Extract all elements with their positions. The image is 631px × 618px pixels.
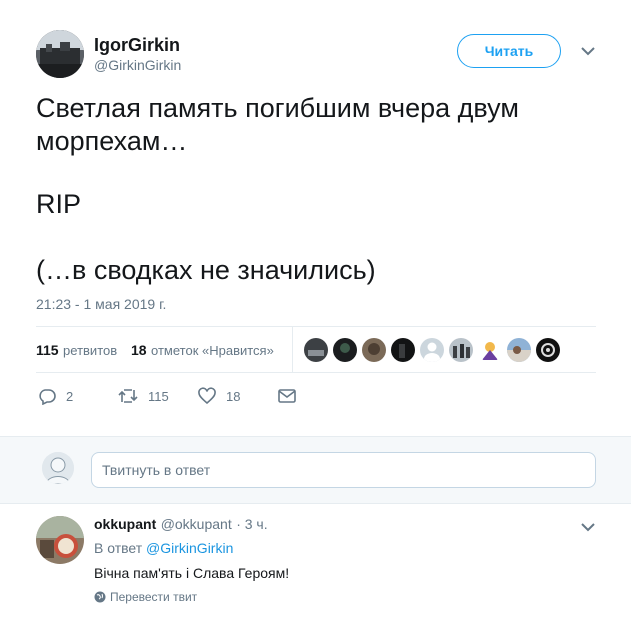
translate-label: Перевести твит xyxy=(110,590,198,604)
author-name[interactable]: IgorGirkin xyxy=(94,35,180,56)
divider xyxy=(36,372,596,373)
retweet-action[interactable]: 115 xyxy=(118,387,169,405)
liker-avatar[interactable] xyxy=(420,338,444,362)
likes-stat[interactable]: 18 отметок «Нравится» xyxy=(131,342,274,360)
globe-icon xyxy=(94,591,106,603)
chevron-down-icon[interactable] xyxy=(580,520,596,532)
reply-author-name[interactable]: okkupant xyxy=(94,516,156,532)
envelope-icon xyxy=(278,389,296,403)
retweets-count: 115 xyxy=(36,342,59,358)
chevron-down-icon[interactable] xyxy=(580,44,596,58)
likes-count: 18 xyxy=(131,342,147,358)
reply-input[interactable]: Твитнуть в ответ xyxy=(91,452,596,488)
in-reply-prefix: В ответ xyxy=(94,540,143,556)
like-action[interactable]: 18 xyxy=(198,387,240,405)
reply-author-avatar[interactable] xyxy=(36,516,84,564)
tweet-text-line1: Светлая память погибшим вчера двум морпе… xyxy=(36,93,519,156)
reply-count: 2 xyxy=(66,388,74,404)
retweet-icon xyxy=(118,389,138,403)
reply-text: Вічна пам'ять і Слава Героям! xyxy=(94,565,290,581)
heart-icon xyxy=(198,387,216,405)
retweet-count: 115 xyxy=(148,388,169,404)
liker-avatar[interactable] xyxy=(507,338,531,362)
retweets-label: ретвитов xyxy=(63,343,118,358)
translate-link[interactable]: Перевести твит xyxy=(94,590,197,604)
likes-label: отметок «Нравится» xyxy=(151,343,274,358)
liker-avatar[interactable] xyxy=(478,338,502,362)
author-handle[interactable]: @GirkinGirkin xyxy=(94,57,181,73)
direct-message-action[interactable] xyxy=(278,388,296,404)
reply-icon xyxy=(39,389,56,405)
reply-action[interactable]: 2 xyxy=(38,387,73,405)
liker-avatar[interactable] xyxy=(304,338,328,362)
tweet-timestamp[interactable]: 21:23 - 1 мая 2019 г. xyxy=(36,296,166,312)
retweets-stat[interactable]: 115 ретвитов xyxy=(36,342,117,360)
liker-avatar[interactable] xyxy=(449,338,473,362)
reply-header: okkupant @okkupant · 3 ч. xyxy=(94,516,268,534)
reply-author-handle[interactable]: @okkupant xyxy=(161,516,232,532)
divider-vertical xyxy=(292,326,293,372)
current-user-avatar[interactable] xyxy=(42,452,74,484)
liker-avatar[interactable] xyxy=(536,338,560,362)
in-reply-to: В ответ @GirkinGirkin xyxy=(94,540,233,556)
divider xyxy=(36,326,596,327)
author-avatar[interactable] xyxy=(36,30,84,78)
like-count: 18 xyxy=(226,388,241,404)
liker-avatar[interactable] xyxy=(333,338,357,362)
tweet-text-line2: RIP xyxy=(36,189,82,219)
liker-avatar[interactable] xyxy=(362,338,386,362)
liker-avatar[interactable] xyxy=(391,338,415,362)
follow-button[interactable]: Читать xyxy=(457,34,561,68)
tweet-text-line3: (…в сводках не значились) xyxy=(36,255,376,285)
reply-time[interactable]: · 3 ч. xyxy=(236,516,267,532)
in-reply-handle[interactable]: @GirkinGirkin xyxy=(146,540,233,556)
